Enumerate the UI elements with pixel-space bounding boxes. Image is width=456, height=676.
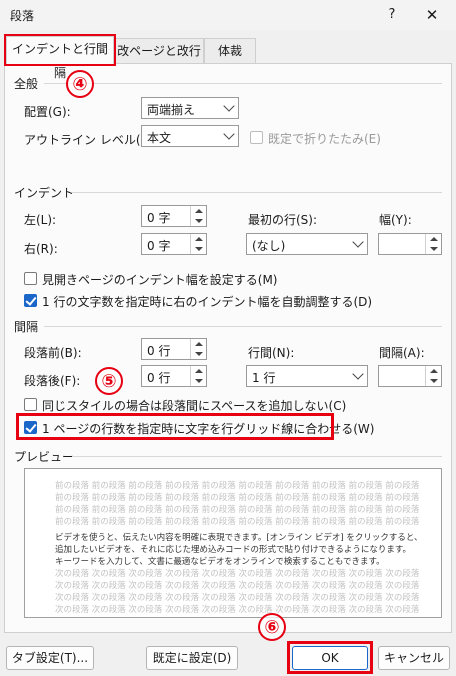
tab-indent-spacing[interactable]: インデントと行間隔 bbox=[6, 36, 114, 80]
spin-buttons bbox=[190, 366, 206, 386]
tab-label: 改ページと改行 bbox=[117, 44, 201, 58]
spin-down-icon[interactable] bbox=[191, 244, 206, 254]
indent-right-label: 右(R): bbox=[24, 242, 58, 256]
mirror-indent-checkbox[interactable] bbox=[24, 272, 37, 285]
auto-adjust-indent-label: 1 行の文字数を指定時に右のインデント幅を自動調整する(D) bbox=[42, 295, 373, 309]
width-label: 幅(Y): bbox=[379, 213, 412, 227]
help-button[interactable]: ? bbox=[380, 3, 404, 27]
step-4-marker: ④ bbox=[66, 70, 94, 98]
spin-up-icon[interactable] bbox=[191, 366, 206, 376]
line-spacing-select[interactable]: 1 行 bbox=[246, 365, 368, 387]
section-indent: インデント bbox=[14, 186, 75, 200]
preview-next-line: 次の段落 次の段落 次の段落 次の段落 次の段落 次の段落 次の段落 次の段落 … bbox=[55, 593, 420, 603]
divider bbox=[44, 83, 442, 84]
line-spacing-label: 行間(N): bbox=[248, 346, 295, 360]
indent-right-stepper[interactable]: 0 字 bbox=[141, 233, 207, 255]
first-line-select[interactable]: (なし) bbox=[246, 233, 368, 255]
no-space-same-style-label: 同じスタイルの場合は段落間にスペースを追加しない(C) bbox=[42, 399, 347, 413]
title-bar: 段落 ? ✕ bbox=[0, 0, 456, 30]
paragraph-preview: 前の段落 前の段落 前の段落 前の段落 前の段落 前の段落 前の段落 前の段落 … bbox=[24, 468, 442, 618]
indent-left-label: 左(L): bbox=[24, 213, 57, 227]
spacing-after-stepper[interactable]: 0 行 bbox=[141, 365, 207, 387]
tabs-settings-button[interactable]: タブ設定(T)... bbox=[6, 646, 94, 670]
spacing-at-stepper[interactable] bbox=[378, 365, 442, 387]
auto-adjust-indent-checkbox[interactable] bbox=[24, 294, 37, 307]
chevron-down-icon bbox=[352, 236, 364, 248]
divider bbox=[72, 456, 442, 457]
preview-next-line: 次の段落 次の段落 次の段落 次の段落 次の段落 次の段落 次の段落 次の段落 … bbox=[55, 605, 420, 615]
spacing-before-stepper[interactable]: 0 行 bbox=[141, 338, 207, 360]
alignment-select[interactable]: 両端揃え bbox=[141, 97, 239, 119]
outline-level-select[interactable]: 本文 bbox=[141, 125, 239, 147]
section-general: 全般 bbox=[14, 77, 39, 91]
preview-next-line: 次の段落 次の段落 次の段落 次の段落 次の段落 次の段落 次の段落 次の段落 … bbox=[55, 569, 420, 579]
alignment-value: 両端揃え bbox=[147, 103, 196, 117]
close-button[interactable]: ✕ bbox=[420, 3, 444, 27]
preview-body-line: ビデオを使うと、伝えたい内容を明確に表現できます。[オンライン ビデオ] をクリ… bbox=[55, 533, 423, 543]
section-spacing: 間隔 bbox=[14, 320, 39, 334]
chevron-down-icon bbox=[223, 128, 235, 140]
first-line-label: 最初の行(S): bbox=[248, 213, 318, 227]
collapse-default-checkbox[interactable] bbox=[250, 131, 263, 144]
indent-left-stepper[interactable]: 0 字 bbox=[141, 205, 207, 227]
spin-down-icon[interactable] bbox=[191, 376, 206, 386]
divider bbox=[44, 326, 442, 327]
tab-page-breaks[interactable]: 改ページと改行 bbox=[114, 38, 204, 64]
spin-buttons bbox=[425, 366, 441, 386]
collapse-default-label: 既定で折りたたみ(E) bbox=[268, 132, 381, 146]
spacing-after-value: 0 行 bbox=[147, 371, 171, 385]
preview-prev-line: 前の段落 前の段落 前の段落 前の段落 前の段落 前の段落 前の段落 前の段落 … bbox=[55, 505, 420, 515]
alignment-label: 配置(G): bbox=[24, 105, 71, 119]
spin-down-icon[interactable] bbox=[191, 349, 206, 359]
spin-down-icon[interactable] bbox=[426, 376, 441, 386]
spin-up-icon[interactable] bbox=[191, 234, 206, 244]
spacing-after-label: 段落後(F): bbox=[24, 374, 81, 388]
spin-buttons bbox=[190, 339, 206, 359]
spin-down-icon[interactable] bbox=[191, 216, 206, 226]
spin-down-icon[interactable] bbox=[426, 244, 441, 254]
snap-to-grid-checkbox[interactable] bbox=[24, 421, 37, 434]
chevron-down-icon bbox=[352, 368, 364, 380]
ok-button[interactable]: OK bbox=[292, 646, 368, 670]
line-spacing-value: 1 行 bbox=[252, 371, 276, 385]
set-default-button[interactable]: 既定に設定(D) bbox=[146, 646, 238, 670]
tab-layout[interactable]: 体裁 bbox=[204, 38, 256, 64]
first-line-value: (なし) bbox=[252, 239, 286, 253]
spacing-before-value: 0 行 bbox=[147, 344, 171, 358]
preview-prev-line: 前の段落 前の段落 前の段落 前の段落 前の段落 前の段落 前の段落 前の段落 … bbox=[55, 517, 420, 527]
cancel-button[interactable]: キャンセル bbox=[378, 646, 450, 670]
no-space-same-style-checkbox[interactable] bbox=[24, 398, 37, 411]
spacing-before-label: 段落前(B): bbox=[24, 346, 82, 360]
indent-right-value: 0 字 bbox=[147, 239, 171, 253]
spin-buttons bbox=[425, 234, 441, 254]
indent-left-value: 0 字 bbox=[147, 211, 171, 225]
spin-buttons bbox=[190, 206, 206, 226]
preview-prev-line: 前の段落 前の段落 前の段落 前の段落 前の段落 前の段落 前の段落 前の段落 … bbox=[55, 493, 420, 503]
spacing-at-label: 間隔(A): bbox=[379, 346, 425, 360]
spin-buttons bbox=[190, 234, 206, 254]
section-preview: プレビュー bbox=[14, 450, 75, 464]
outline-level-label: アウトライン レベル(O): bbox=[24, 133, 159, 147]
step-5-marker: ⑤ bbox=[95, 367, 123, 395]
chevron-down-icon bbox=[223, 100, 235, 112]
spin-up-icon[interactable] bbox=[426, 366, 441, 376]
spin-up-icon[interactable] bbox=[426, 234, 441, 244]
divider bbox=[72, 192, 442, 193]
indent-width-stepper[interactable] bbox=[378, 233, 442, 255]
mirror-indent-label: 見開きページのインデント幅を設定する(M) bbox=[42, 273, 278, 287]
spin-up-icon[interactable] bbox=[191, 339, 206, 349]
preview-body-line: 追加したいビデオを、それに応じた埋め込みコードの形式で貼り付けできるようになりま… bbox=[55, 545, 411, 555]
snap-to-grid-label: 1 ページの行数を指定時に文字を行グリッド線に合わせる(W) bbox=[42, 422, 375, 436]
tab-label: 体裁 bbox=[217, 44, 242, 58]
preview-prev-line: 前の段落 前の段落 前の段落 前の段落 前の段落 前の段落 前の段落 前の段落 … bbox=[55, 481, 420, 491]
preview-next-line: 次の段落 次の段落 次の段落 次の段落 次の段落 次の段落 次の段落 次の段落 … bbox=[55, 581, 420, 591]
spin-up-icon[interactable] bbox=[191, 206, 206, 216]
preview-body-line: キーワードを入力して、文書に最適なビデオをオンラインで検索することもできます。 bbox=[55, 557, 385, 567]
outline-level-value: 本文 bbox=[147, 131, 172, 145]
window-title: 段落 bbox=[10, 9, 35, 23]
step-6-marker: ⑥ bbox=[258, 613, 286, 641]
